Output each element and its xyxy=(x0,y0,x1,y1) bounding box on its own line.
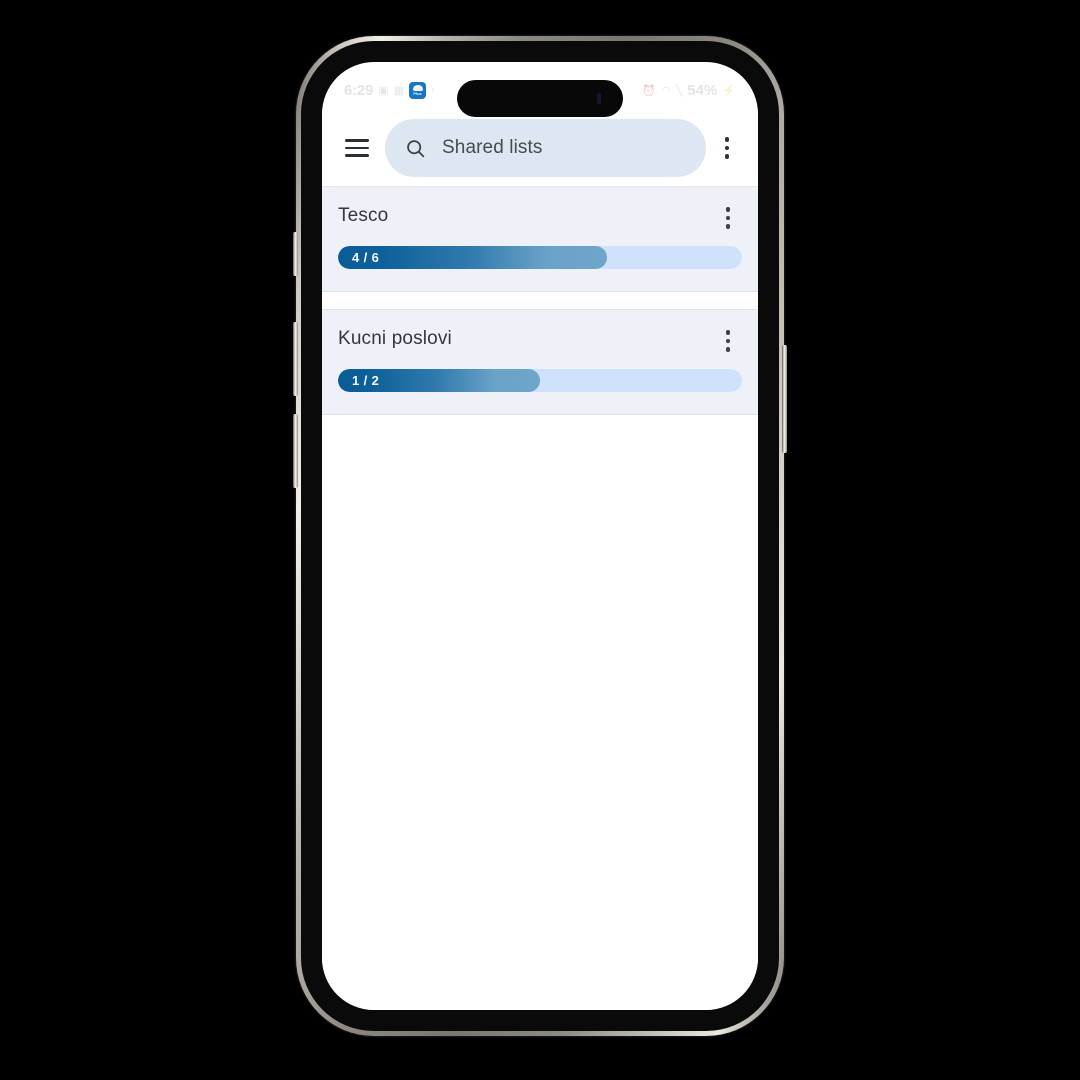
status-time: 6:29 xyxy=(344,81,374,99)
progress-bar-fill: 1 / 2 xyxy=(338,369,540,392)
hamburger-line-2 xyxy=(345,146,369,150)
app-badge-glyph xyxy=(412,84,423,91)
signal-icon: ╲ xyxy=(675,84,683,97)
status-bar-left: 6:29 ▣ ▦ Plus › xyxy=(344,81,435,99)
power-button[interactable] xyxy=(782,345,787,453)
list-item-menu-button[interactable] xyxy=(714,203,742,233)
progress-bar-fill: 4 / 6 xyxy=(338,246,608,269)
dynamic-island xyxy=(457,80,623,117)
app-bar: Shared lists xyxy=(322,110,758,186)
list-item-header: Tesco xyxy=(338,203,742,233)
menu-dot-1 xyxy=(725,330,731,335)
app-badge-icon: Plus xyxy=(409,81,427,99)
front-camera-icon xyxy=(597,93,601,104)
menu-dot-1 xyxy=(725,207,731,212)
progress-bar: 4 / 6 xyxy=(338,246,742,269)
photo-icon: ▣ xyxy=(378,84,389,97)
hamburger-line-1 xyxy=(345,139,369,142)
list-item-menu-button[interactable] xyxy=(714,326,742,356)
chevron-right-icon: › xyxy=(431,84,435,96)
hamburger-menu-icon[interactable] xyxy=(338,129,376,167)
list-item[interactable]: Kucni poslovi 1 / 2 xyxy=(322,309,758,415)
alarm-icon: ⏰ xyxy=(642,84,657,97)
list-item-header: Kucni poslovi xyxy=(338,326,742,356)
menu-dot-2 xyxy=(725,338,731,344)
phone-frame: 6:29 ▣ ▦ Plus › ⏰ ◠ ╲ 54% ⚡ Shared lists… xyxy=(296,36,784,1036)
status-bar-right: ⏰ ◠ ╲ 54% ⚡ xyxy=(642,82,736,99)
search-placeholder: Shared lists xyxy=(442,137,543,158)
search-input[interactable]: Shared lists xyxy=(385,119,706,177)
search-icon xyxy=(407,139,425,157)
volume-up-button[interactable] xyxy=(293,322,298,396)
more-vertical-icon[interactable] xyxy=(710,128,744,168)
overflow-dot-2 xyxy=(724,145,730,151)
progress-label: 1 / 2 xyxy=(352,373,380,388)
sim-icon: ▦ xyxy=(393,84,405,97)
app-badge-label: Plus xyxy=(413,90,422,96)
menu-dot-3 xyxy=(725,347,731,352)
list-item[interactable]: Tesco 4 / 6 xyxy=(322,186,758,292)
phone-screen: 6:29 ▣ ▦ Plus › ⏰ ◠ ╲ 54% ⚡ Shared lists… xyxy=(322,62,758,1010)
progress-label: 4 / 6 xyxy=(352,250,380,265)
battery-percentage: 54% xyxy=(687,81,718,99)
hamburger-line-3 xyxy=(345,154,369,157)
wifi-icon: ◠ xyxy=(661,84,671,97)
progress-bar: 1 / 2 xyxy=(338,369,742,392)
battery-icon: ⚡ xyxy=(722,84,736,97)
overflow-dot-3 xyxy=(724,154,730,159)
menu-dot-3 xyxy=(725,224,731,229)
list-item-title: Kucni poslovi xyxy=(338,328,452,349)
menu-dot-2 xyxy=(725,215,731,221)
action-button[interactable] xyxy=(293,232,298,276)
volume-down-button[interactable] xyxy=(293,414,298,488)
shared-lists-container: Tesco 4 / 6 Kucni poslovi 1 / 2 xyxy=(322,186,758,1010)
overflow-dot-1 xyxy=(724,137,730,142)
list-item-title: Tesco xyxy=(338,205,389,226)
